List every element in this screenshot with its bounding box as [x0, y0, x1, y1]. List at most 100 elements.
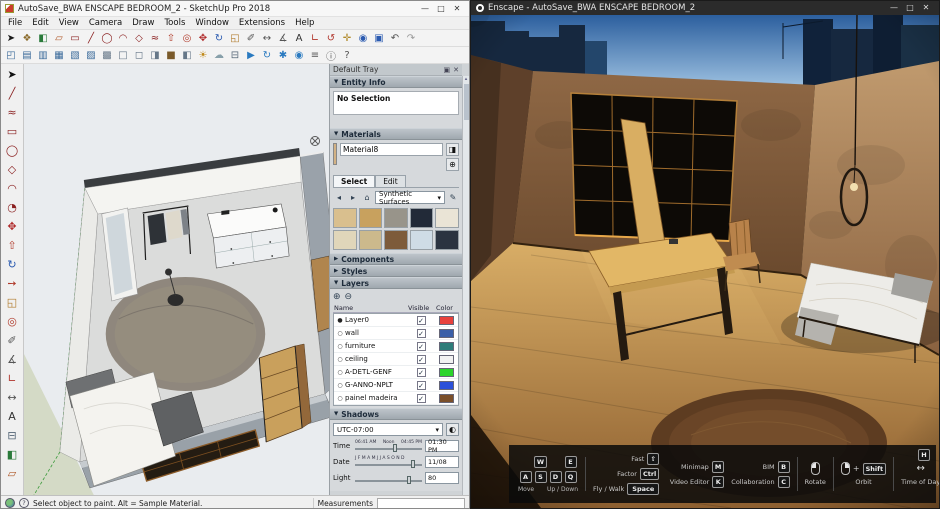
line-tool[interactable]: ╱ [83, 30, 99, 46]
material-collection-dropdown[interactable]: Synthetic Surfaces ▾ [375, 191, 445, 204]
menu-item[interactable]: Draw [127, 18, 159, 28]
enscape-start-icon[interactable]: ▶ [243, 47, 259, 63]
make-component-icon[interactable]: ❖ [19, 30, 35, 46]
minimize-button[interactable]: — [886, 1, 902, 15]
sample-paint-icon[interactable]: ✎ [447, 192, 459, 204]
layer-visible-checkbox[interactable]: ✓ [407, 368, 435, 377]
enscape-sync-icon[interactable]: ↻ [259, 47, 275, 63]
layer-active-radio[interactable]: ○ [335, 356, 345, 363]
maximize-button[interactable]: □ [433, 2, 449, 16]
minimize-button[interactable]: — [417, 2, 433, 16]
back-icon[interactable]: ◂ [333, 192, 345, 204]
material-swatch[interactable] [359, 208, 383, 228]
layer-visible-checkbox[interactable]: ✓ [407, 355, 435, 364]
menu-item[interactable]: File [3, 18, 27, 28]
layer-active-radio[interactable]: ○ [335, 369, 345, 376]
material-name-input[interactable] [340, 143, 443, 156]
time-value-input[interactable]: 01:30 PM [425, 440, 459, 452]
delete-layer-icon[interactable]: ⊖ [345, 292, 353, 302]
layers-panel-icon[interactable]: ≡ [307, 47, 323, 63]
maximize-button[interactable]: □ [902, 1, 918, 15]
tray-titlebar[interactable]: Default Tray ▣ ✕ [330, 64, 462, 76]
hidden-line-mode-icon[interactable]: ◻ [131, 47, 147, 63]
home-icon[interactable]: ⌂ [361, 192, 373, 204]
fog-toggle-icon[interactable]: ☁ [211, 47, 227, 63]
sketchup-viewport[interactable] [24, 64, 329, 495]
section-plane-tool[interactable]: ⊟ [3, 426, 22, 445]
enscape-view-icon[interactable]: ◉ [291, 47, 307, 63]
enscape-titlebar[interactable]: Enscape - AutoSave_BWA ENSCAPE BEDROOM_2… [471, 1, 939, 15]
layer-color-swatch[interactable] [435, 381, 457, 390]
layer-color-swatch[interactable] [435, 329, 457, 338]
arc-tool[interactable]: ◠ [115, 30, 131, 46]
layer-active-radio[interactable]: ● [335, 317, 345, 324]
previous-view-icon[interactable]: ↶ [387, 30, 403, 46]
select-tool[interactable]: ➤ [3, 30, 19, 46]
pan-tool[interactable]: ✛ [339, 30, 355, 46]
next-view-icon[interactable]: ↷ [403, 30, 419, 46]
layer-active-radio[interactable]: ○ [335, 343, 345, 350]
layer-visible-checkbox[interactable]: ✓ [407, 316, 435, 325]
add-layer-icon[interactable]: ⊕ [333, 292, 341, 302]
eraser-tool[interactable]: ▱ [51, 30, 67, 46]
dimension-tool[interactable]: ↔ [259, 30, 275, 46]
time-slider[interactable]: 06:41 AM Noon 04:45 PM [355, 440, 422, 452]
layer-color-swatch[interactable] [435, 394, 457, 403]
protractor-tool[interactable]: ∡ [3, 350, 22, 369]
back-view-icon[interactable]: ▧ [67, 47, 83, 63]
rotate-tool[interactable]: ↻ [3, 255, 22, 274]
eraser-tool[interactable]: ▱ [3, 464, 22, 483]
move-tool[interactable]: ✥ [195, 30, 211, 46]
close-button[interactable]: ✕ [918, 1, 934, 15]
move-tool[interactable]: ✥ [3, 217, 22, 236]
display-secondary-pane-icon[interactable]: ◨ [446, 143, 459, 156]
light-value-input[interactable]: 80 [425, 472, 459, 484]
tray-pin-icon[interactable]: ▣ [444, 66, 451, 74]
section-styles[interactable]: ▶ Styles [330, 265, 462, 277]
offset-tool[interactable]: ◎ [179, 30, 195, 46]
layer-row[interactable]: ○ A-DETL-GENF ✓ [334, 366, 458, 379]
layer-color-swatch[interactable] [435, 342, 457, 351]
rectangle-tool[interactable]: ▭ [67, 30, 83, 46]
layer-visible-checkbox[interactable]: ✓ [407, 381, 435, 390]
section-shadows[interactable]: ▼ Shadows [330, 408, 462, 420]
xray-mode-icon[interactable]: ▩ [99, 47, 115, 63]
top-view-icon[interactable]: ▤ [19, 47, 35, 63]
menu-item[interactable]: Help [290, 18, 319, 28]
wireframe-mode-icon[interactable]: □ [115, 47, 131, 63]
layer-visible-checkbox[interactable]: ✓ [407, 394, 435, 403]
select-tool[interactable]: ➤ [3, 65, 22, 84]
freehand-tool[interactable]: ≈ [3, 103, 22, 122]
polygon-tool[interactable]: ◇ [131, 30, 147, 46]
freehand-tool[interactable]: ≈ [147, 30, 163, 46]
layer-row[interactable]: ○ painel madeira ✓ [334, 392, 458, 405]
tray-scrollbar[interactable]: ▴ [462, 76, 469, 495]
layer-visible-checkbox[interactable]: ✓ [407, 329, 435, 338]
material-swatch[interactable] [359, 230, 383, 250]
material-swatch[interactable] [384, 230, 408, 250]
protractor-tool[interactable]: ∡ [275, 30, 291, 46]
monochrome-mode-icon[interactable]: ◧ [179, 47, 195, 63]
rotate-tool[interactable]: ↻ [211, 30, 227, 46]
tape-measure-tool[interactable]: ✐ [243, 30, 259, 46]
right-view-icon[interactable]: ▦ [51, 47, 67, 63]
shaded-mode-icon[interactable]: ◨ [147, 47, 163, 63]
help-icon[interactable]: ? [19, 498, 29, 508]
scale-tool[interactable]: ◱ [227, 30, 243, 46]
date-slider[interactable]: J F M A M J J A S O N D [355, 456, 422, 468]
paint-bucket-tool[interactable]: ◧ [3, 445, 22, 464]
menu-item[interactable]: View [54, 18, 84, 28]
material-swatch[interactable] [435, 208, 459, 228]
material-swatch[interactable] [410, 208, 434, 228]
measurements-input[interactable] [377, 498, 465, 509]
text-tool[interactable]: A [291, 30, 307, 46]
menu-item[interactable]: Window [190, 18, 234, 28]
light-slider[interactable] [355, 472, 422, 484]
menu-item[interactable]: Tools [159, 18, 190, 28]
active-material-preview[interactable] [333, 143, 337, 165]
timezone-dropdown[interactable]: UTC-07:00 ▾ [333, 423, 443, 436]
follow-me-tool[interactable]: ➙ [3, 274, 22, 293]
close-button[interactable]: ✕ [449, 2, 465, 16]
text-tool[interactable]: A [3, 407, 22, 426]
left-view-icon[interactable]: ▨ [83, 47, 99, 63]
